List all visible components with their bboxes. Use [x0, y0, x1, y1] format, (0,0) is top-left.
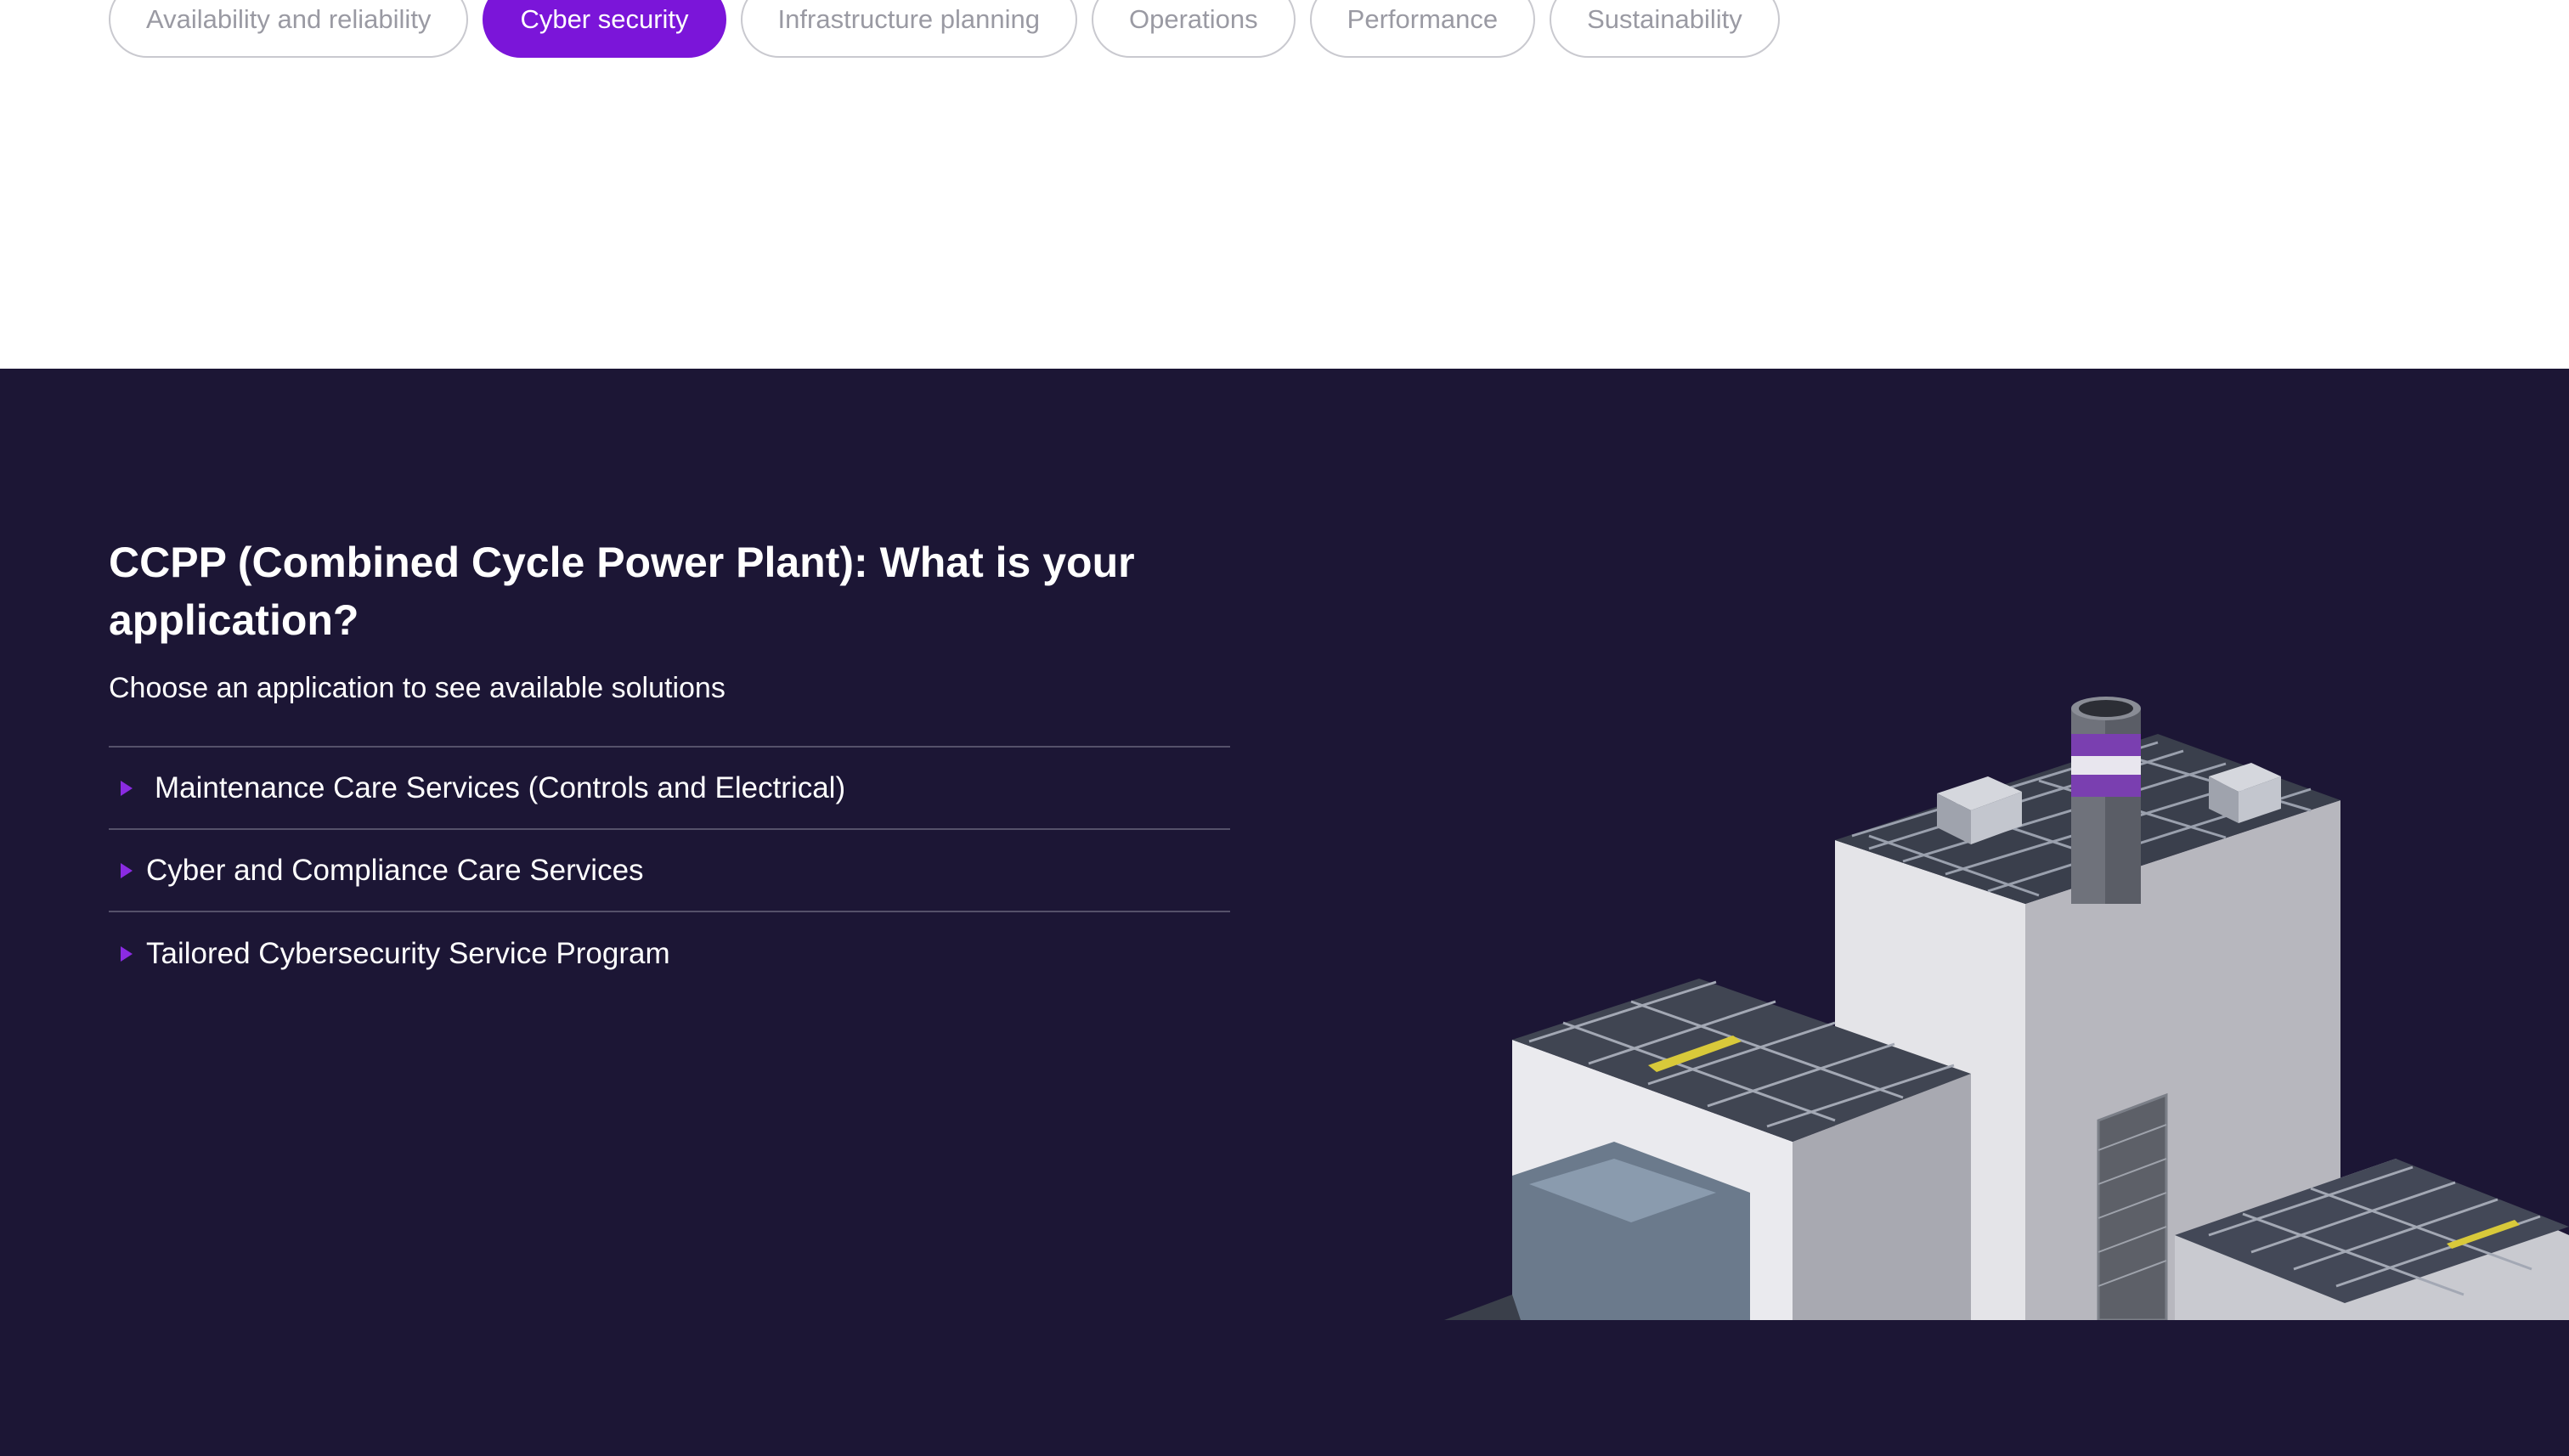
accordion-item-label: Tailored Cybersecurity Service Program — [146, 936, 670, 970]
accordion-item-label: Maintenance Care Services (Controls and … — [155, 770, 846, 804]
accordion-item-label: Cyber and Compliance Care Services — [146, 853, 644, 887]
accordion-item-tailored-cybersecurity[interactable]: Tailored Cybersecurity Service Program — [109, 912, 1230, 995]
filter-area: Availability and reliability Cyber secur… — [0, 0, 2569, 369]
section-title: CCPP (Combined Cycle Power Plant): What … — [109, 539, 1135, 644]
chip-sustainability[interactable]: Sustainability — [1550, 0, 1780, 58]
caret-right-icon — [121, 780, 133, 796]
application-section: CCPP (Combined Cycle Power Plant): What … — [0, 369, 2569, 1456]
chip-availability-reliability[interactable]: Availability and reliability — [109, 0, 469, 58]
accordion-item-maintenance-care[interactable]: Maintenance Care Services (Controls and … — [109, 748, 1230, 830]
section-subtitle: Choose an application to see available s… — [109, 672, 726, 704]
caret-right-icon — [121, 945, 133, 962]
filter-chip-row: Availability and reliability Cyber secur… — [109, 0, 1780, 58]
application-accordion: Maintenance Care Services (Controls and … — [109, 746, 1230, 995]
chip-operations[interactable]: Operations — [1092, 0, 1296, 58]
caret-right-icon — [121, 862, 133, 878]
chip-infrastructure-planning[interactable]: Infrastructure planning — [740, 0, 1078, 58]
power-plant-illustration — [1444, 697, 2569, 1320]
chip-cyber-security[interactable]: Cyber security — [483, 0, 726, 58]
accordion-item-cyber-compliance[interactable]: Cyber and Compliance Care Services — [109, 830, 1230, 912]
chip-performance[interactable]: Performance — [1309, 0, 1536, 58]
